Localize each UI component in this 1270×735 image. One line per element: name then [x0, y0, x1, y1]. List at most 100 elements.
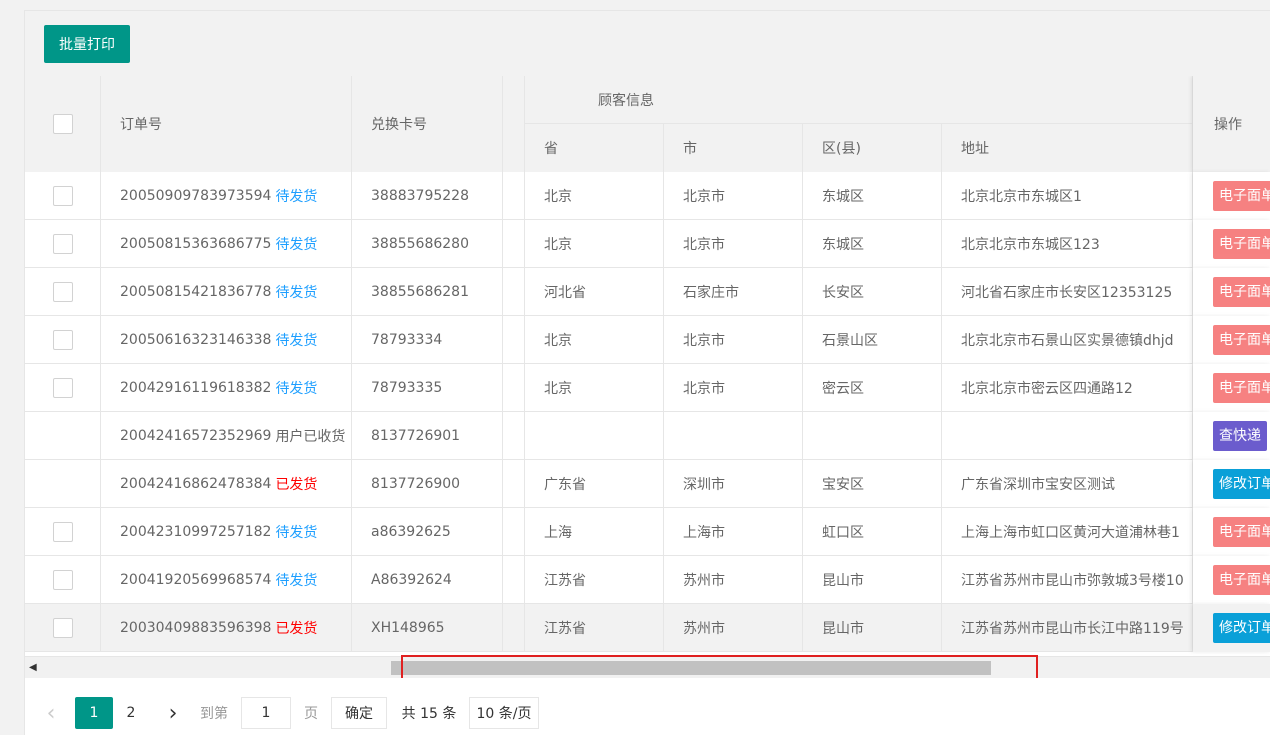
row-checkbox[interactable] — [52, 522, 73, 542]
order-number: 20050815363686775 — [120, 236, 272, 252]
header-address[interactable]: 地址 — [942, 124, 1193, 172]
header-card-no[interactable]: 兑换卡号 — [352, 76, 503, 172]
province-cell: 上海 — [525, 508, 664, 556]
row-action-button[interactable]: 查快递 — [1213, 421, 1267, 451]
table-row[interactable]: 20042416862478384 已发货 8137726900 广东省 深圳市 宝安区广… — [25, 460, 1270, 508]
horizontal-scrollbar[interactable]: ◀ — [25, 656, 1270, 678]
address-cell: 江苏省苏州市昆山市长江中路119号 — [942, 604, 1193, 652]
select-all-checkbox[interactable] — [52, 114, 73, 134]
card-cell: 8137726901 — [352, 412, 503, 460]
row-checkbox[interactable] — [52, 618, 73, 638]
table-row[interactable]: 20041920569968574 待发货 A86392624 江苏省 苏州市 昆山市 江苏… — [25, 556, 1270, 604]
header-spacer — [503, 76, 525, 172]
operation-cell: 电子面单 — [1193, 316, 1270, 364]
row-action-button[interactable]: 电子面单 — [1213, 517, 1270, 547]
header-operation: 操作 — [1193, 76, 1270, 172]
table-row[interactable]: 20042416572352969 用户已收货 8137726901 查快递 — [25, 412, 1270, 460]
batch-print-button[interactable]: 批量打印 — [44, 25, 130, 63]
header-province[interactable]: 省 — [525, 124, 664, 172]
city-cell: 北京市 — [664, 316, 803, 364]
order-cell: 20042416572352969 用户已收货 — [101, 412, 352, 460]
row-action-button[interactable]: 修改订单 — [1213, 469, 1270, 499]
row-checkbox[interactable] — [52, 234, 73, 254]
order-status-badge: 已发货 — [275, 621, 318, 637]
address-cell: 北京北京市东城区123 — [942, 220, 1193, 268]
table-row[interactable]: 20050815421836778 待发货 38855686281 河北省 石家庄市 长安… — [25, 268, 1270, 316]
row-spacer — [503, 268, 525, 316]
row-action-button[interactable]: 电子面单 — [1213, 277, 1270, 307]
row-action-button[interactable]: 电子面单 — [1213, 373, 1270, 403]
order-cell: 20050815363686775 待发货 — [101, 220, 352, 268]
order-number: 20042416572352969 — [120, 428, 272, 444]
table-row[interactable]: 20042916119618382 待发货 78793335 北京 北京市 密云区 北京北京… — [25, 364, 1270, 412]
prev-page-button[interactable]: ‹ — [41, 697, 61, 729]
address-cell: 江苏省苏州市昆山市弥敦城3号楼10 — [942, 556, 1193, 604]
operation-cell: 电子面单 — [1193, 268, 1270, 316]
table-row[interactable]: 20030409883596398 已发货 XH148965 江苏省 苏州市 昆山市 江苏省… — [25, 604, 1270, 652]
row-select-cell — [25, 268, 101, 316]
order-status-badge: 已发货 — [275, 477, 318, 493]
province-cell: 北京 — [525, 172, 664, 220]
row-action-button[interactable]: 电子面单 — [1213, 229, 1270, 259]
page-size-select[interactable]: 10 条/页 — [469, 697, 539, 729]
order-cell: 20050616323146338 待发货 — [101, 316, 352, 364]
row-action-button[interactable]: 修改订单 — [1213, 613, 1270, 643]
order-cell: 20042916119618382 待发货 — [101, 364, 352, 412]
row-checkbox[interactable] — [52, 186, 73, 206]
district-cell: 昆山市 — [803, 556, 942, 604]
header-district[interactable]: 区(县) — [803, 124, 942, 172]
goto-confirm-button[interactable]: 确定 — [331, 697, 387, 729]
order-number: 20042416862478384 — [120, 476, 272, 492]
header-city[interactable]: 市 — [664, 124, 803, 172]
scroll-left-arrow-icon[interactable]: ◀ — [29, 662, 37, 673]
row-checkbox[interactable] — [52, 282, 73, 302]
row-action-button[interactable]: 电子面单 — [1213, 565, 1270, 595]
address-cell: 广东省深圳市宝安区测试 — [942, 460, 1193, 508]
row-action-button[interactable]: 电子面单 — [1213, 181, 1270, 211]
order-cell: 20050909783973594 待发货 — [101, 172, 352, 220]
order-status-badge: 待发货 — [275, 237, 318, 253]
card-cell: 8137726900 — [352, 460, 503, 508]
row-select-cell — [25, 412, 101, 460]
row-select-cell — [25, 172, 101, 220]
operation-cell: 电子面单 — [1193, 364, 1270, 412]
row-spacer — [503, 364, 525, 412]
row-spacer — [503, 556, 525, 604]
operation-cell: 电子面单 — [1193, 220, 1270, 268]
row-checkbox[interactable] — [52, 570, 73, 590]
card-cell: 78793334 — [352, 316, 503, 364]
card-cell: 38855686281 — [352, 268, 503, 316]
next-page-button[interactable]: › — [163, 697, 183, 729]
province-cell: 广东省 — [525, 460, 664, 508]
page-1-button[interactable]: 1 — [75, 697, 113, 729]
table-row[interactable]: 20050815363686775 待发货 38855686280 北京 北京市 东城区北… — [25, 220, 1270, 268]
row-checkbox[interactable] — [52, 330, 73, 350]
operation-cell: 电子面单 — [1193, 508, 1270, 556]
header-order-no[interactable]: 订单号 — [101, 76, 352, 172]
page-2-button[interactable]: 2 — [119, 697, 143, 729]
page-unit-label: 页 — [304, 706, 318, 722]
district-cell: 虹口区 — [803, 508, 942, 556]
province-cell: 北京 — [525, 220, 664, 268]
district-cell: 石景山区 — [803, 316, 942, 364]
order-status-badge: 待发货 — [275, 573, 318, 589]
province-cell: 北京 — [525, 316, 664, 364]
card-cell: 38855686280 — [352, 220, 503, 268]
table-row[interactable]: 20050909783973594 待发货 38883795228 北京 北京市 东城区北… — [25, 172, 1270, 220]
table-row[interactable]: 20050616323146338 待发货 78793334 北京 北京市 石景山区 北京北… — [25, 316, 1270, 364]
province-cell — [525, 412, 664, 460]
pagination: ‹ 1 2 › 到第 页 确定 共 15 条 10 条/页 — [25, 678, 1270, 735]
city-cell: 北京市 — [664, 172, 803, 220]
district-cell: 密云区 — [803, 364, 942, 412]
toolbar: 批量打印 — [25, 11, 1270, 76]
row-action-button[interactable]: 电子面单 — [1213, 325, 1270, 355]
order-cell: 20042310997257182 待发货 — [101, 508, 352, 556]
district-cell: 东城区 — [803, 220, 942, 268]
goto-page-input[interactable] — [241, 697, 291, 729]
scrollbar-thumb[interactable] — [391, 661, 991, 675]
row-checkbox[interactable] — [52, 378, 73, 398]
row-spacer — [503, 508, 525, 556]
row-spacer — [503, 460, 525, 508]
table-row[interactable]: 20042310997257182 待发货 a86392625 上海 上海市 虹口区 上海上… — [25, 508, 1270, 556]
district-cell: 东城区 — [803, 172, 942, 220]
